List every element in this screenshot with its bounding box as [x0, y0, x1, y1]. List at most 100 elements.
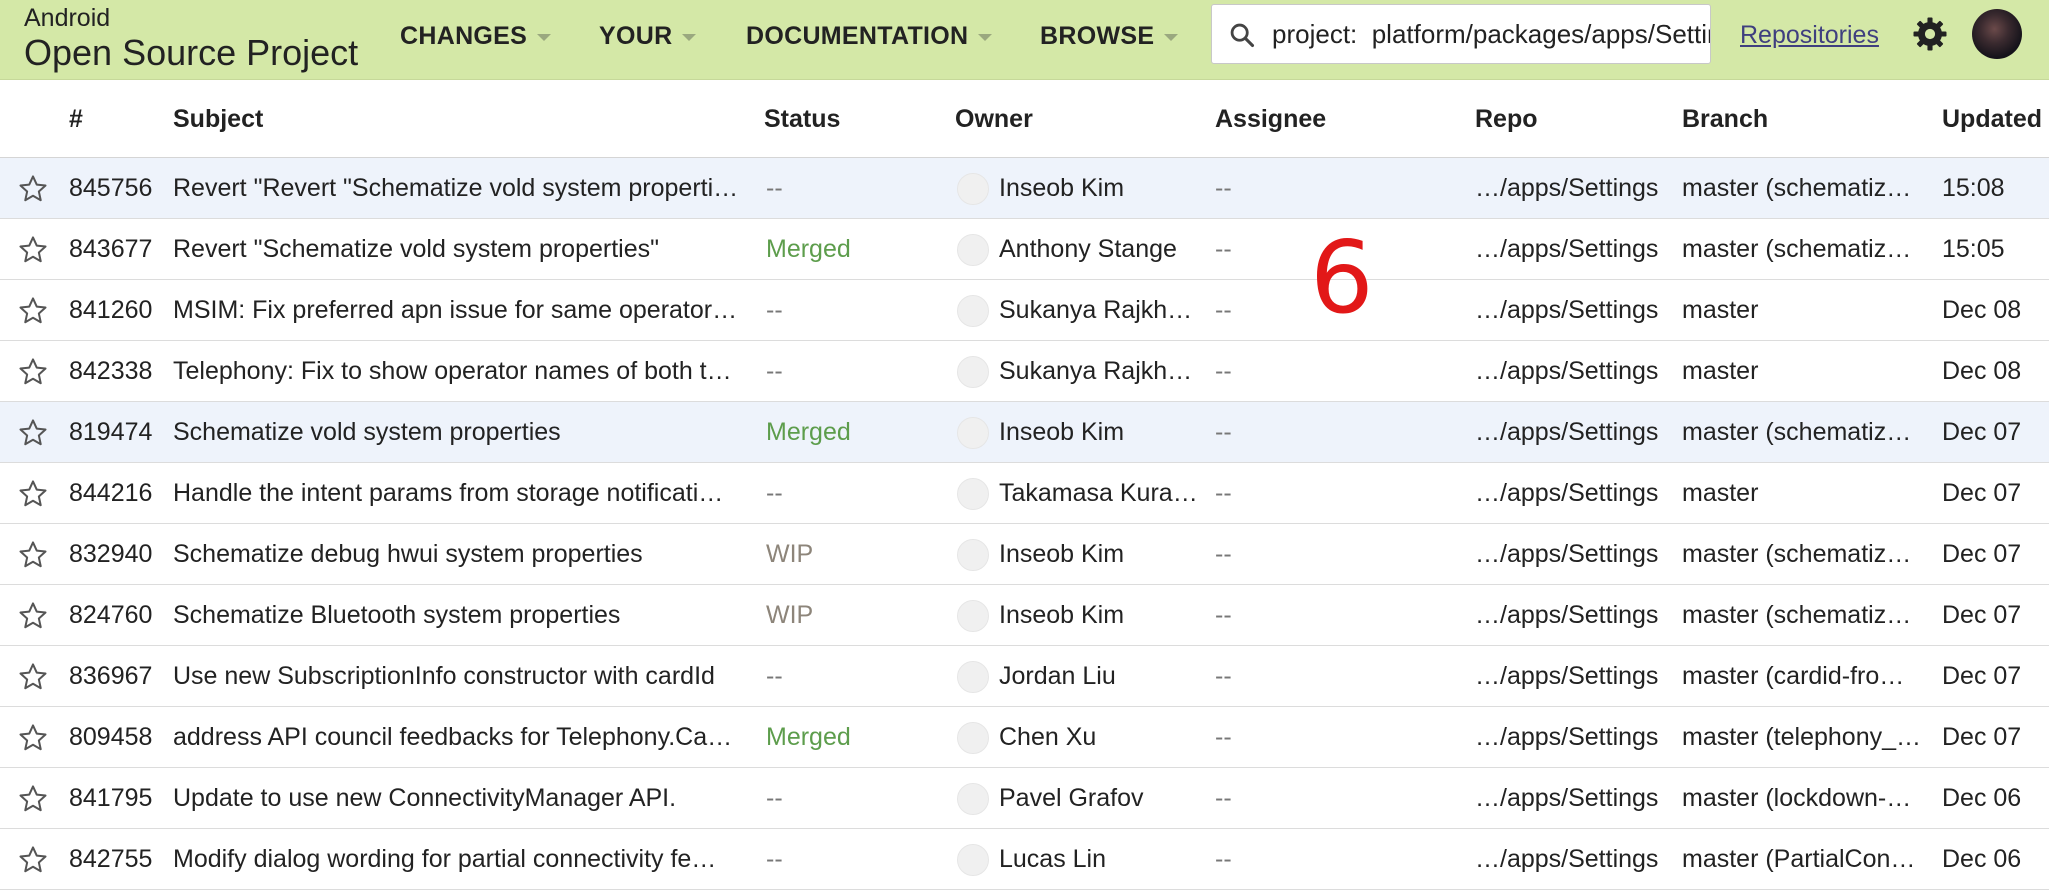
change-subject[interactable]: Revert "Schematize vold system propertie…: [173, 234, 753, 264]
change-subject[interactable]: Modify dialog wording for partial connec…: [173, 844, 753, 874]
menu-changes[interactable]: CHANGES: [400, 22, 552, 51]
table-row[interactable]: 824760 Schematize Bluetooth system proper…: [0, 585, 2049, 646]
table-row[interactable]: 841260 MSIM: Fix preferred apn issue for …: [0, 280, 2049, 341]
change-number[interactable]: 824760: [69, 600, 164, 630]
change-owner[interactable]: Inseob Kim: [999, 173, 1199, 203]
change-repo[interactable]: …/apps/Settings: [1475, 539, 1675, 569]
change-number[interactable]: 832940: [69, 539, 164, 569]
change-number[interactable]: 836967: [69, 661, 164, 691]
table-row[interactable]: 842338 Telephony: Fix to show operator na…: [0, 341, 2049, 402]
change-repo[interactable]: …/apps/Settings: [1475, 722, 1675, 752]
change-updated: Dec 07: [1942, 662, 2022, 690]
change-repo[interactable]: …/apps/Settings: [1475, 661, 1675, 691]
search-box[interactable]: [1211, 4, 1711, 64]
change-owner[interactable]: Anthony Stange: [999, 234, 1199, 264]
change-owner[interactable]: Inseob Kim: [999, 539, 1199, 569]
table-row[interactable]: 845756 Revert "Revert "Schematize vold sy…: [0, 158, 2049, 219]
star-icon[interactable]: [17, 722, 49, 754]
change-number[interactable]: 843677: [69, 234, 164, 264]
change-repo[interactable]: …/apps/Settings: [1475, 234, 1675, 264]
star-icon[interactable]: [17, 539, 49, 571]
change-branch[interactable]: master (schematiz…: [1682, 417, 1927, 447]
search-input[interactable]: [1272, 5, 1710, 63]
change-subject[interactable]: MSIM: Fix preferred apn issue for same o…: [173, 295, 753, 325]
change-owner[interactable]: Inseob Kim: [999, 600, 1199, 630]
change-number[interactable]: 841260: [69, 295, 164, 325]
change-branch[interactable]: master (schematiz…: [1682, 173, 1927, 203]
change-branch[interactable]: master: [1682, 478, 1927, 508]
star-icon[interactable]: [17, 356, 49, 388]
change-subject[interactable]: Schematize debug hwui system properties: [173, 539, 753, 569]
star-icon[interactable]: [17, 844, 49, 876]
gear-icon[interactable]: [1912, 16, 1948, 52]
site-brand[interactable]: Android Open Source Project: [24, 6, 358, 71]
table-row[interactable]: 819474 Schematize vold system properties M…: [0, 402, 2049, 463]
star-icon[interactable]: [17, 417, 49, 449]
star-icon[interactable]: [17, 783, 49, 815]
table-row[interactable]: 842755 Modify dialog wording for partial …: [0, 829, 2049, 890]
menu-browse[interactable]: BROWSE: [1040, 22, 1179, 51]
menu-your[interactable]: YOUR: [599, 22, 697, 51]
change-owner[interactable]: Sukanya Rajkh…: [999, 295, 1199, 325]
table-row[interactable]: 844216 Handle the intent params from stor…: [0, 463, 2049, 524]
change-subject[interactable]: Telephony: Fix to show operator names of…: [173, 356, 753, 386]
star-icon[interactable]: [17, 661, 49, 693]
change-repo[interactable]: …/apps/Settings: [1475, 173, 1675, 203]
change-branch[interactable]: master: [1682, 295, 1927, 325]
change-subject[interactable]: Schematize Bluetooth system properties: [173, 600, 753, 630]
table-row[interactable]: 841795 Update to use new ConnectivityMana…: [0, 768, 2049, 829]
star-icon[interactable]: [17, 173, 49, 205]
overlay-number-label: 6: [1310, 219, 1374, 336]
change-number[interactable]: 809458: [69, 722, 164, 752]
star-icon[interactable]: [17, 478, 49, 510]
change-repo[interactable]: …/apps/Settings: [1475, 295, 1675, 325]
star-icon[interactable]: [17, 600, 49, 632]
change-repo[interactable]: …/apps/Settings: [1475, 783, 1675, 813]
change-owner[interactable]: Jordan Liu: [999, 661, 1199, 691]
table-row[interactable]: 843677 Revert "Schematize vold system pro…: [0, 219, 2049, 280]
change-subject[interactable]: Revert "Revert "Schematize vold system p…: [173, 173, 753, 203]
change-subject[interactable]: Schematize vold system properties: [173, 417, 753, 447]
table-row[interactable]: 832940 Schematize debug hwui system prope…: [0, 524, 2049, 585]
change-repo[interactable]: …/apps/Settings: [1475, 417, 1675, 447]
change-branch[interactable]: master (schematiz…: [1682, 539, 1927, 569]
change-repo[interactable]: …/apps/Settings: [1475, 478, 1675, 508]
change-number[interactable]: 819474: [69, 417, 164, 447]
change-repo[interactable]: …/apps/Settings: [1475, 356, 1675, 386]
change-number[interactable]: 844216: [69, 478, 164, 508]
star-icon[interactable]: [17, 295, 49, 327]
change-owner[interactable]: Pavel Grafov: [999, 783, 1199, 813]
change-repo[interactable]: …/apps/Settings: [1475, 600, 1675, 630]
change-owner[interactable]: Chen Xu: [999, 722, 1199, 752]
change-owner[interactable]: Takamasa Kura…: [999, 478, 1199, 508]
repositories-link[interactable]: Repositories: [1740, 21, 1879, 50]
change-branch[interactable]: master (PartialCon…: [1682, 844, 1927, 874]
owner-avatar: [957, 295, 989, 327]
change-branch[interactable]: master (schematiz…: [1682, 234, 1927, 264]
change-branch[interactable]: master (telephony_…: [1682, 722, 1927, 752]
table-row[interactable]: 809458 address API council feedbacks for …: [0, 707, 2049, 768]
change-owner[interactable]: Inseob Kim: [999, 417, 1199, 447]
change-number[interactable]: 845756: [69, 173, 164, 203]
change-subject[interactable]: Handle the intent params from storage no…: [173, 478, 753, 508]
change-branch[interactable]: master: [1682, 356, 1927, 386]
change-number[interactable]: 842338: [69, 356, 164, 386]
change-repo[interactable]: …/apps/Settings: [1475, 844, 1675, 874]
change-owner[interactable]: Lucas Lin: [999, 844, 1199, 874]
change-owner[interactable]: Sukanya Rajkh…: [999, 356, 1199, 386]
change-number[interactable]: 841795: [69, 783, 164, 813]
change-branch[interactable]: master (lockdown-…: [1682, 783, 1927, 813]
change-number[interactable]: 842755: [69, 844, 164, 874]
account-avatar[interactable]: [1972, 9, 2022, 59]
star-icon[interactable]: [17, 234, 49, 266]
change-subject[interactable]: address API council feedbacks for Teleph…: [173, 722, 753, 752]
change-branch[interactable]: master (schematiz…: [1682, 600, 1927, 630]
search-icon[interactable]: [1228, 21, 1256, 49]
change-branch[interactable]: master (cardid-fro…: [1682, 661, 1927, 691]
change-subject[interactable]: Update to use new ConnectivityManager AP…: [173, 783, 753, 813]
change-assignee: --: [1215, 479, 1232, 507]
menu-documentation[interactable]: DOCUMENTATION: [746, 22, 993, 51]
change-subject[interactable]: Use new SubscriptionInfo constructor wit…: [173, 661, 753, 691]
owner-avatar: [957, 844, 989, 876]
table-row[interactable]: 836967 Use new SubscriptionInfo construct…: [0, 646, 2049, 707]
